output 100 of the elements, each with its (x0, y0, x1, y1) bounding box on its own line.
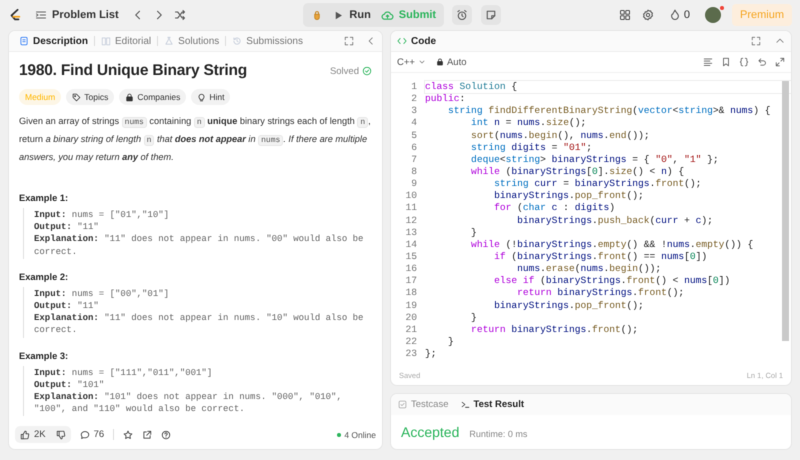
code-line: } (470, 226, 478, 239)
line-number: 14 (404, 238, 417, 251)
bookmark-icon[interactable] (721, 57, 731, 67)
line-number: 10 (404, 190, 417, 202)
lock-icon (436, 58, 444, 66)
line-number: 18 (404, 287, 417, 300)
example-heading: Example 3: (19, 350, 68, 361)
line-number: 4 (410, 117, 417, 130)
share-icon[interactable] (142, 430, 152, 440)
reset-icon[interactable] (757, 57, 767, 67)
line-number: 19 (404, 300, 417, 312)
book-icon (101, 36, 112, 46)
list-icon (35, 9, 47, 21)
line-number: 7 (410, 154, 417, 166)
code-line: }; (425, 348, 438, 360)
problem-statement: Given an array of strings nums containing n unique binary strings each of length n , return a binary string of length n that does not appear in nums . If there are multiple answers, you may return any of them. (19, 115, 372, 164)
line-number: 1 (410, 81, 417, 94)
line-number: 8 (410, 166, 417, 178)
thumbs-up-icon (20, 430, 30, 440)
fullscreen-icon[interactable] (751, 36, 761, 46)
example-line: Output: "101" (34, 378, 106, 392)
line-number: 17 (404, 275, 417, 288)
code-line: while (!binaryStrings.empty() && !nums.empty()) { (470, 238, 754, 251)
code-line: else if (binaryStrings.front() < nums[0]) (493, 275, 732, 288)
example-line: Explanation: "11" does not appear in nums. "10" would also be correct. (34, 312, 364, 337)
problem-list-button[interactable]: Problem List (31, 6, 123, 24)
fullscreen-icon[interactable] (344, 36, 354, 46)
line-number: 12 (404, 214, 417, 227)
panel-tab[interactable]: Description (15, 34, 92, 48)
grid-icon[interactable] (618, 9, 631, 21)
tag-chip[interactable]: Companies (119, 89, 186, 105)
example-line: Input: nums = ["01","10"] (34, 209, 170, 222)
line-number: 5 (410, 130, 417, 142)
code-line: } (447, 336, 455, 348)
flask-icon (164, 36, 174, 46)
checkbox-icon (398, 400, 407, 409)
example-line: Input: nums = ["00","01"] (34, 288, 170, 300)
timer-button[interactable] (452, 5, 472, 25)
example-line: Explanation: "11" does not appear in nums. "00" would also be correct. (34, 233, 364, 258)
panel-tab[interactable]: Solutions (160, 34, 224, 48)
code-line: string findDifferentBinaryString(vector<string>& nums) { (447, 105, 772, 118)
star-icon[interactable] (123, 430, 134, 440)
logo-icon[interactable] (8, 7, 22, 23)
streak-counter[interactable]: 0 (664, 6, 694, 24)
example-line: Explanation: "101" does not appear in nums. "000", "010", "100", and "110" would also be correct. (34, 391, 343, 416)
play-icon (333, 10, 344, 20)
line-number: 9 (410, 178, 417, 190)
settings-icon[interactable] (642, 9, 654, 21)
avatar[interactable] (704, 7, 721, 23)
history-icon (232, 36, 242, 46)
problem-title: 1980. Find Unique Binary String (19, 62, 248, 80)
format-icon[interactable] (703, 57, 713, 67)
line-number: 21 (404, 324, 417, 336)
mode-indicator: Auto (436, 56, 467, 68)
difficulty-badge: Medium (19, 89, 62, 105)
line-number: 16 (404, 263, 417, 276)
braces-icon[interactable] (739, 57, 749, 67)
tag-chip[interactable]: Hint (191, 89, 230, 105)
notes-button[interactable] (481, 5, 502, 25)
expand-icon[interactable] (775, 57, 785, 67)
panel-tab[interactable]: Test Result (458, 397, 528, 412)
thumbs-down-icon (56, 430, 66, 440)
lock-icon (125, 92, 134, 102)
tag-chip[interactable]: Topics (66, 89, 114, 105)
line-number: 22 (404, 336, 417, 348)
code-line: binaryStrings.pop_front(); (493, 190, 645, 202)
example-line: Output: "11" (34, 221, 100, 234)
code-line: deque<string> binaryStrings = { "0", "1" }; (470, 154, 720, 166)
document-icon (19, 36, 29, 46)
shuffle-icon[interactable] (174, 9, 186, 21)
line-number: 11 (404, 202, 417, 215)
code-line: for (char c : digits) (493, 202, 616, 215)
example-line: Output: "11" (34, 300, 100, 312)
line-number: 13 (404, 226, 417, 239)
code-line: return binaryStrings.front(); (516, 287, 686, 300)
solved-status: Solved (330, 66, 372, 76)
code-line: sort(nums.begin(), nums.end()); (470, 130, 651, 142)
panel-tab[interactable]: Submissions (228, 34, 307, 48)
language-dropdown[interactable]: C++ (397, 56, 426, 68)
online-count: 4 Online (337, 430, 376, 440)
help-icon[interactable] (161, 430, 172, 440)
example-line: Input: nums = ["111","011","001"] (34, 366, 214, 379)
panel-tab[interactable]: Editorial (97, 34, 156, 48)
runtime: Runtime: 0 ms (469, 429, 528, 439)
line-number: 20 (404, 312, 417, 324)
line-number: 23 (404, 348, 417, 360)
alarm-icon (456, 9, 468, 21)
check-circle-icon (362, 66, 372, 76)
tag-icon (72, 92, 82, 102)
terminal-icon (460, 400, 470, 409)
example-heading: Example 2: (19, 272, 68, 282)
line-number: 3 (410, 105, 417, 118)
scrollbar[interactable] (782, 81, 789, 341)
run-button[interactable]: Run (329, 6, 375, 24)
code-line: string digits = "01"; (470, 142, 593, 154)
panel-title: Code (411, 36, 436, 46)
verdict: Accepted (401, 424, 460, 440)
comments-button[interactable]: 76 (80, 429, 104, 440)
code-line: binaryStrings.push_back(curr + c); (516, 214, 714, 227)
code-line: public: (425, 93, 466, 106)
